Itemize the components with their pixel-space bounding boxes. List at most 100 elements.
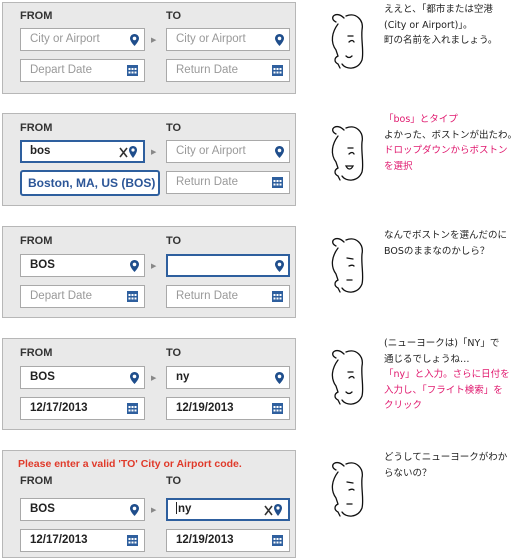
to-label: TO xyxy=(166,235,182,247)
note-line: (ニューヨークは)「NY」で xyxy=(384,338,500,349)
return-date-input[interactable]: 12/19/2013 xyxy=(166,529,290,552)
return-date-placeholder: Return Date xyxy=(176,64,239,76)
from-label: FROM xyxy=(20,235,53,247)
calendar-icon[interactable] xyxy=(272,65,283,76)
from-city-value: BOS xyxy=(30,371,55,383)
note-line: ええと、「都市または空港 xyxy=(384,4,493,15)
note-line: 入力し、「フライト検索」を xyxy=(384,384,503,396)
calendar-icon[interactable] xyxy=(127,403,138,414)
to-city-input[interactable]: City or Airport xyxy=(166,140,290,163)
note-line: ドロップダウンからボストン xyxy=(384,145,508,156)
return-date-placeholder: Return Date xyxy=(176,176,239,188)
depart-date-placeholder: Depart Date xyxy=(30,290,93,302)
location-pin-icon xyxy=(130,34,139,46)
from-city-input[interactable]: bos xyxy=(20,140,145,163)
to-label: TO xyxy=(166,475,182,487)
note-step-5: どうしてニューヨークがわか らないの？ xyxy=(384,450,524,481)
return-date-input[interactable]: 12/19/2013 xyxy=(166,397,290,420)
depart-date-input[interactable]: Depart Date xyxy=(20,285,145,308)
from-city-input[interactable]: City or Airport xyxy=(20,28,145,51)
location-pin-icon xyxy=(275,34,284,46)
return-date-placeholder: Return Date xyxy=(176,290,239,302)
calendar-icon[interactable] xyxy=(127,291,138,302)
calendar-icon[interactable] xyxy=(127,535,138,546)
woman-face-icon xyxy=(331,350,364,405)
depart-date-placeholder: Depart Date xyxy=(30,64,93,76)
depart-date-input[interactable]: Depart Date xyxy=(20,59,145,82)
location-pin-icon xyxy=(275,260,284,272)
calendar-icon[interactable] xyxy=(272,291,283,302)
error-message: Please enter a valid 'TO' City or Airpor… xyxy=(18,458,242,470)
note-line: 町の名前を入れましょう。 xyxy=(384,35,498,46)
to-city-value: ny xyxy=(178,503,192,515)
location-pin-icon xyxy=(275,372,284,384)
woman-face-icon xyxy=(331,462,364,517)
calendar-icon[interactable] xyxy=(127,65,138,76)
from-city-placeholder: City or Airport xyxy=(30,33,100,45)
from-city-value: BOS xyxy=(30,503,55,515)
return-date-input[interactable]: Return Date xyxy=(166,59,290,82)
note-step-3: なんでボストンを選んだのに BOSのままなのかしら？ xyxy=(384,228,524,259)
location-pin-icon xyxy=(130,372,139,384)
arrow-right-icon: ▶ xyxy=(151,262,157,270)
woman-face-icon xyxy=(331,238,364,293)
note-line: 「ny」と入力。さらに日付を xyxy=(384,369,510,380)
from-label: FROM xyxy=(20,122,53,134)
note-line: 通じるでしょうね… xyxy=(384,353,470,365)
note-line: どうしてニューヨークがわか xyxy=(384,452,508,463)
return-date-value: 12/19/2013 xyxy=(176,402,234,414)
to-city-input[interactable] xyxy=(166,254,290,277)
arrow-right-icon: ▶ xyxy=(151,148,157,156)
to-city-placeholder: City or Airport xyxy=(176,33,246,45)
return-date-input[interactable]: Return Date xyxy=(166,171,290,194)
arrow-right-icon: ▶ xyxy=(151,36,157,44)
location-pin-icon xyxy=(130,260,139,272)
from-city-input[interactable]: BOS xyxy=(20,498,145,521)
from-label: FROM xyxy=(20,475,53,487)
to-label: TO xyxy=(166,347,182,359)
woman-face-icon xyxy=(331,14,364,69)
calendar-icon[interactable] xyxy=(272,535,283,546)
note-step-1: ええと、「都市または空港 (City or Airport)」。 町の名前を入れ… xyxy=(384,2,524,49)
note-line: クリック xyxy=(384,400,423,411)
to-city-input[interactable]: ny xyxy=(166,498,290,521)
note-line: よかった、ボストンが出たわ。 xyxy=(384,129,518,141)
arrow-right-icon: ▶ xyxy=(151,374,157,382)
autocomplete-option-boston[interactable]: Boston, MA, US (BOS) xyxy=(20,170,160,196)
location-pin-icon xyxy=(275,146,284,158)
note-line: らないの？ xyxy=(384,467,432,479)
to-label: TO xyxy=(166,10,182,22)
to-city-input[interactable]: ny xyxy=(166,366,290,389)
note-line: なんでボストンを選んだのに xyxy=(384,230,508,241)
clear-x-icon[interactable] xyxy=(119,146,139,159)
depart-date-input[interactable]: 12/17/2013 xyxy=(20,397,145,420)
note-line: BOSのままなのかしら？ xyxy=(384,245,490,257)
location-pin-icon xyxy=(130,504,139,516)
from-city-value: bos xyxy=(30,145,51,157)
text-cursor xyxy=(176,502,177,514)
arrow-right-icon: ▶ xyxy=(151,506,157,514)
to-city-input[interactable]: City or Airport xyxy=(166,28,290,51)
from-city-value: BOS xyxy=(30,259,55,271)
to-city-placeholder: City or Airport xyxy=(176,145,246,157)
note-step-2: 「bos」とタイプ よかった、ボストンが出たわ。 ドロップダウンからボストン を… xyxy=(384,112,524,174)
return-date-input[interactable]: Return Date xyxy=(166,285,290,308)
woman-face-icon xyxy=(331,126,364,181)
from-label: FROM xyxy=(20,347,53,359)
calendar-icon[interactable] xyxy=(272,403,283,414)
from-city-input[interactable]: BOS xyxy=(20,254,145,277)
note-step-4: (ニューヨークは)「NY」で 通じるでしょうね… 「ny」と入力。さらに日付を … xyxy=(384,336,524,414)
depart-date-input[interactable]: 12/17/2013 xyxy=(20,529,145,552)
note-line: を選択 xyxy=(384,160,413,172)
from-city-input[interactable]: BOS xyxy=(20,366,145,389)
to-label: TO xyxy=(166,122,182,134)
clear-x-icon[interactable] xyxy=(264,504,284,517)
depart-date-value: 12/17/2013 xyxy=(30,534,88,546)
calendar-icon[interactable] xyxy=(272,177,283,188)
note-line: 「bos」とタイプ xyxy=(384,114,458,125)
depart-date-value: 12/17/2013 xyxy=(30,402,88,414)
return-date-value: 12/19/2013 xyxy=(176,534,234,546)
note-line: (City or Airport)」。 xyxy=(384,19,473,31)
from-label: FROM xyxy=(20,10,53,22)
to-city-value: ny xyxy=(176,371,190,383)
